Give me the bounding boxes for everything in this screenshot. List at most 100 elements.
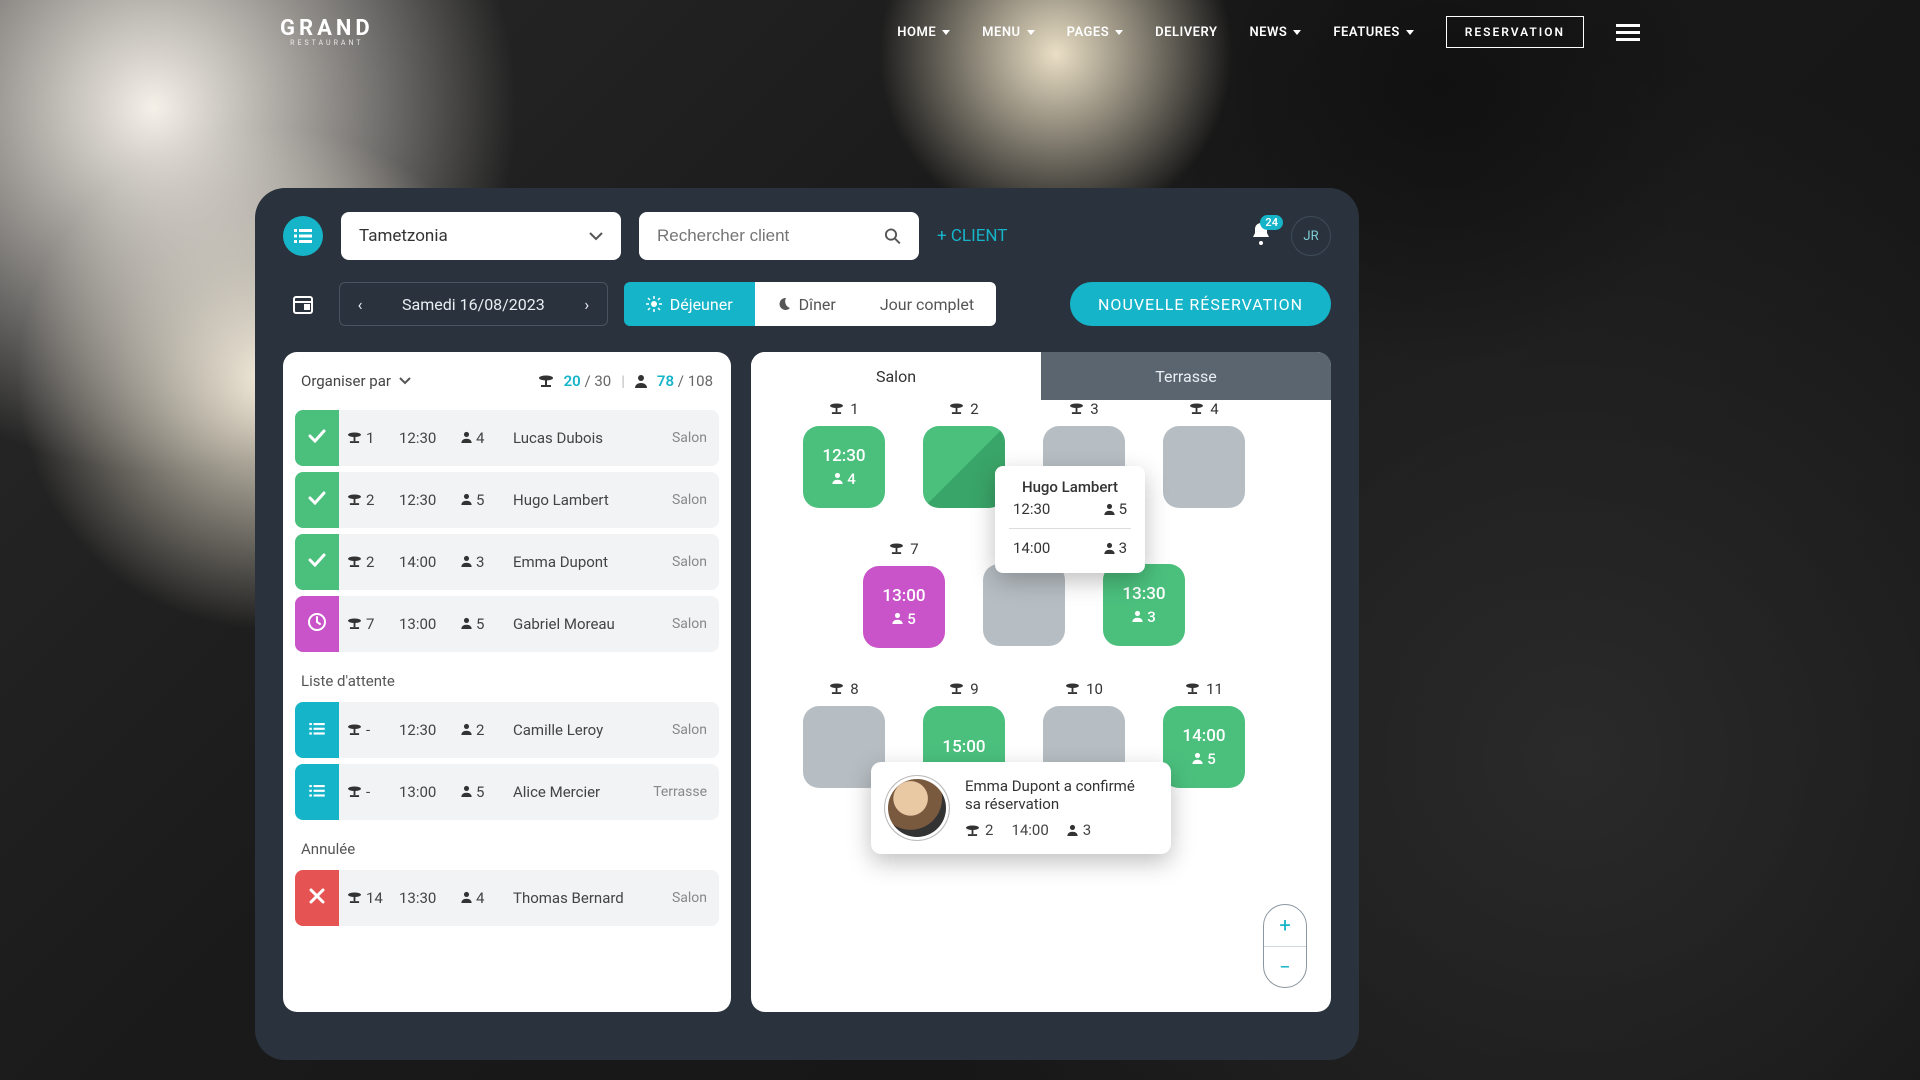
notification-count: 24	[1260, 215, 1283, 230]
reservation-list-panel: Organiser par 20 / 30 | 78 / 108 1	[283, 352, 731, 1012]
tab-salon[interactable]: Salon	[751, 352, 1041, 400]
table-icon	[1185, 680, 1200, 698]
tab-terrasse[interactable]: Terrasse	[1041, 352, 1331, 400]
table-tile[interactable]: 14:005	[1163, 706, 1245, 788]
search-icon	[884, 227, 901, 245]
nav-delivery[interactable]: DELIVERY	[1155, 25, 1217, 40]
reservation-row[interactable]: 7 13:00 5 Gabriel Moreau Salon	[295, 596, 719, 652]
floor-table[interactable]: 713:005	[861, 540, 947, 648]
status-badge	[295, 764, 339, 820]
site-header: GRAND RESTAURANT HOME MENU PAGES DELIVER…	[0, 0, 1920, 64]
notifications-button[interactable]: 24	[1249, 221, 1273, 251]
nav-features[interactable]: FEATURES	[1333, 25, 1413, 40]
room-col: Terrasse	[637, 784, 707, 800]
check-icon	[308, 491, 326, 509]
person-icon	[1104, 503, 1115, 515]
nav-pages[interactable]: PAGES	[1067, 25, 1124, 40]
table-col: -	[347, 783, 399, 801]
segment-lunch[interactable]: Déjeuner	[624, 282, 755, 326]
time-col: 12:30	[399, 721, 461, 739]
table-tile[interactable]: 12:304	[803, 426, 885, 508]
floor-table[interactable]: 13:303	[1101, 564, 1187, 646]
hamburger-icon[interactable]	[1616, 24, 1640, 41]
site-reservation-button[interactable]: RESERVATION	[1446, 16, 1584, 48]
floor-table[interactable]: 11 14:005	[1161, 680, 1247, 788]
user-avatar[interactable]: JR	[1291, 216, 1331, 256]
search-input[interactable]	[657, 226, 884, 246]
reservation-row[interactable]: 2 12:30 5 Hugo Lambert Salon	[295, 472, 719, 528]
search-client[interactable]	[639, 212, 919, 260]
status-badge	[295, 870, 339, 926]
location-select[interactable]: Tametzonia	[341, 212, 621, 260]
date-prev-button[interactable]: ‹	[340, 283, 380, 325]
reservation-row[interactable]: 14 13:30 4 Thomas Bernard Salon	[295, 870, 719, 926]
person-icon	[1104, 542, 1115, 554]
segment-dinner[interactable]: Dîner	[755, 282, 858, 326]
table-label: 10	[1041, 680, 1127, 698]
floor-table[interactable]: 112:304	[801, 400, 887, 508]
person-icon	[461, 429, 472, 447]
person-icon	[892, 610, 903, 628]
segment-full-day[interactable]: Jour complet	[858, 282, 996, 326]
location-label: Tametzonia	[359, 226, 448, 246]
guest-name: Emma Dupont	[513, 553, 637, 571]
table-icon	[829, 680, 844, 698]
organize-by[interactable]: Organiser par	[301, 372, 411, 390]
floor-table[interactable]: 4	[1161, 400, 1247, 508]
guest-name: Alice Mercier	[513, 783, 637, 801]
table-tile[interactable]: 13:005	[863, 566, 945, 648]
guest-name: Lucas Dubois	[513, 429, 637, 447]
time-col: 14:00	[399, 553, 461, 571]
table-col: -	[347, 721, 399, 739]
person-icon	[461, 615, 472, 633]
moon-icon	[777, 297, 791, 311]
table-tile[interactable]: 13:303	[1103, 564, 1185, 646]
person-icon	[461, 491, 472, 509]
waitlist-heading: Liste d'attente	[283, 658, 731, 696]
reservation-row[interactable]: - 12:30 2 Camille Leroy Salon	[295, 702, 719, 758]
table-icon	[965, 825, 980, 836]
confirmation-toast[interactable]: Emma Dupont a confirmé sa réservation 2 …	[871, 762, 1171, 854]
table-tile[interactable]	[983, 564, 1065, 646]
chevron-down-icon	[1027, 30, 1035, 35]
table-label: 11	[1161, 680, 1247, 698]
view-toggle-button[interactable]	[283, 216, 323, 256]
nav-home[interactable]: HOME	[897, 25, 950, 40]
table-label: 8	[801, 680, 887, 698]
new-reservation-button[interactable]: NOUVELLE RÉSERVATION	[1070, 282, 1331, 326]
reservation-row[interactable]: 2 14:00 3 Emma Dupont Salon	[295, 534, 719, 590]
person-icon	[832, 470, 843, 488]
floor-table[interactable]	[981, 564, 1067, 646]
add-client-link[interactable]: + CLIENT	[937, 226, 1007, 246]
zoom-out-button[interactable]: −	[1264, 947, 1306, 988]
pax-col: 4	[461, 889, 513, 907]
table-tile[interactable]	[1163, 426, 1245, 508]
zoom-in-button[interactable]: +	[1264, 905, 1306, 947]
date-label: Samedi 16/08/2023	[380, 295, 567, 314]
calendar-button[interactable]	[283, 284, 323, 324]
service-segment: Déjeuner Dîner Jour complet	[624, 282, 996, 326]
table-icon	[347, 721, 362, 739]
floorplan[interactable]: Hugo Lambert 12:30 5 14:00 3	[751, 400, 1331, 1012]
guest-name: Camille Leroy	[513, 721, 637, 739]
reservation-row[interactable]: 1 12:30 4 Lucas Dubois Salon	[295, 410, 719, 466]
table-icon	[347, 615, 362, 633]
person-icon	[461, 553, 472, 571]
nav-news[interactable]: NEWS	[1249, 25, 1301, 40]
toast-text: Emma Dupont a confirmé sa réservation	[965, 777, 1151, 813]
time-col: 13:00	[399, 615, 461, 633]
table-icon	[347, 889, 362, 907]
date-next-button[interactable]: ›	[567, 283, 607, 325]
table-icon	[347, 429, 362, 447]
reservation-row[interactable]: - 13:00 5 Alice Mercier Terrasse	[295, 764, 719, 820]
room-col: Salon	[637, 616, 707, 632]
pax-col: 5	[461, 783, 513, 801]
calendar-icon	[291, 292, 315, 316]
status-badge	[295, 472, 339, 528]
nav-menu[interactable]: MENU	[982, 25, 1034, 40]
cancelled-reservations: 14 13:30 4 Thomas Bernard Salon	[283, 870, 731, 926]
room-col: Salon	[637, 890, 707, 906]
table-tile[interactable]	[923, 426, 1005, 508]
pax-col: 4	[461, 429, 513, 447]
check-icon	[308, 429, 326, 447]
